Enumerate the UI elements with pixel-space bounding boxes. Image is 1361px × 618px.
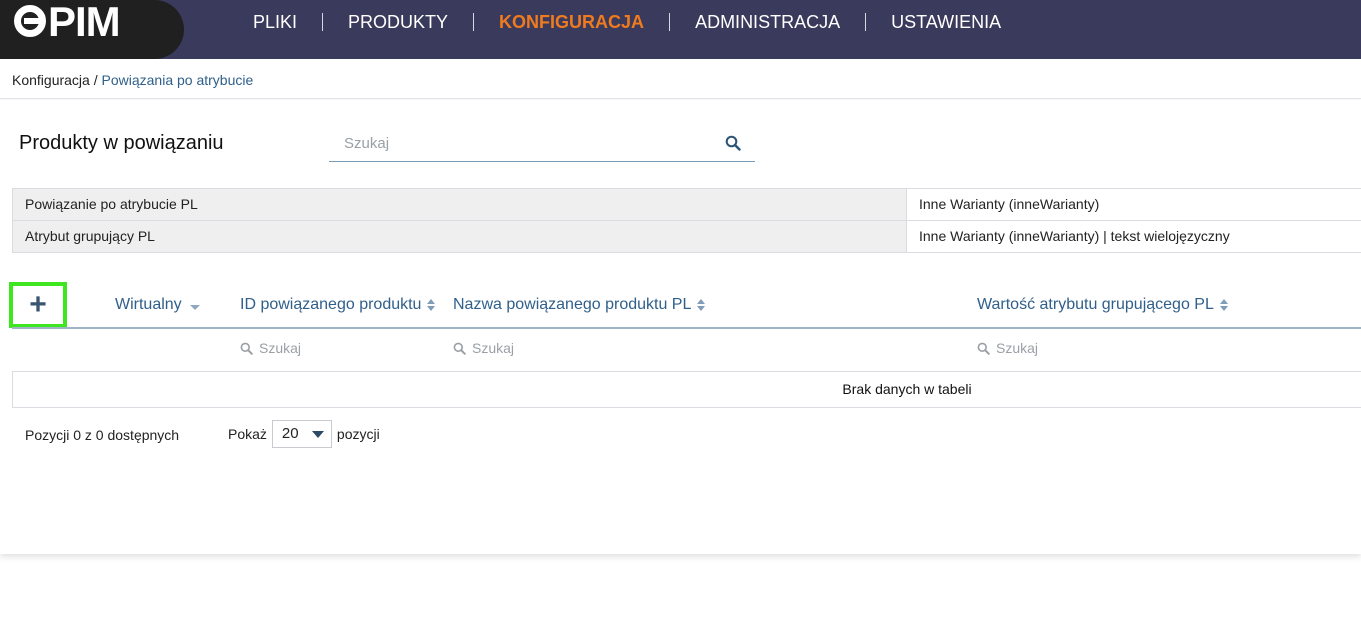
column-header-group-value[interactable]: Wartość atrybutu grupującego PL <box>977 296 1229 314</box>
sort-icon <box>427 298 436 312</box>
plus-icon: + <box>29 288 47 321</box>
info-key: Powiązanie po atrybucie PL <box>13 189 907 220</box>
suffix-label: pozycji <box>336 426 380 442</box>
filter-id-input[interactable] <box>259 340 379 356</box>
top-navigation-bar: PIM PLIKI PRODUKTY KONFIGURACJA ADMINIST… <box>0 0 1361 59</box>
breadcrumb-separator: / <box>89 72 102 88</box>
nav-item-konfiguracja[interactable]: KONFIGURACJA <box>474 13 671 31</box>
table-header-divider <box>12 327 1361 329</box>
main-nav: PLIKI PRODUKTY KONFIGURACJA ADMINISTRACJ… <box>228 0 1026 44</box>
nav-item-produkty[interactable]: PRODUKTY <box>323 13 475 31</box>
info-row: Powiązanie po atrybucie PL Inne Warianty… <box>12 189 1361 221</box>
search-box <box>329 126 755 162</box>
filter-id <box>240 340 379 356</box>
epim-logo: PIM <box>14 0 121 45</box>
search-icon <box>977 342 990 355</box>
nav-item-pliki[interactable]: PLIKI <box>228 13 324 31</box>
logo-container[interactable]: PIM <box>0 0 184 59</box>
breadcrumb-current[interactable]: Powiązania po atrybucie <box>102 72 254 88</box>
filter-name-input[interactable] <box>472 340 592 356</box>
filter-group-value <box>977 340 1116 356</box>
page-length: Pokaż 20 pozycji <box>228 420 380 448</box>
search-icon[interactable] <box>725 135 741 151</box>
epim-e-logo-icon <box>14 5 46 37</box>
column-header-label: Wartość atrybutu grupującego PL <box>977 296 1214 313</box>
column-header-name[interactable]: Nazwa powiązanego produktu PL <box>453 296 706 314</box>
add-product-button[interactable]: + <box>9 282 67 328</box>
filter-group-value-input[interactable] <box>996 340 1116 356</box>
breadcrumb-parent[interactable]: Konfiguracja <box>12 72 90 88</box>
search-icon <box>453 342 466 355</box>
column-header-id[interactable]: ID powiązanego produktu <box>240 296 436 314</box>
logo-text: PIM <box>48 0 121 45</box>
breadcrumb: Konfiguracja / Powiązania po atrybucie <box>12 72 253 88</box>
sort-icon <box>1219 298 1229 312</box>
sort-icon <box>697 298 706 312</box>
page-size-value: 20 <box>281 425 299 442</box>
column-header-label: ID powiązanego produktu <box>240 296 422 313</box>
nav-item-administracja[interactable]: ADMINISTRACJA <box>670 13 867 31</box>
nav-item-ustawienia[interactable]: USTAWIENIA <box>866 13 1026 31</box>
show-label: Pokaż <box>228 426 267 442</box>
search-icon <box>240 342 253 355</box>
column-header-label: Wirtualny <box>115 296 182 313</box>
column-header-label: Nazwa powiązanego produktu PL <box>453 296 692 313</box>
breadcrumb-divider <box>0 98 1361 99</box>
info-row: Atrybut grupujący PL Inne Warianty (inne… <box>12 221 1361 253</box>
content-panel: Produkty w powiązaniu Powiązanie po atry… <box>0 100 1361 554</box>
page-size-select[interactable]: 20 <box>271 420 332 448</box>
chevron-down-icon <box>311 431 324 438</box>
search-input[interactable] <box>329 126 709 160</box>
page-title: Produkty w powiązaniu <box>19 132 224 154</box>
info-value: Inne Warianty (inneWarianty) <box>919 196 1100 212</box>
info-key: Atrybut grupujący PL <box>13 221 907 252</box>
sort-desc-icon <box>189 304 200 310</box>
filter-name <box>453 340 592 356</box>
column-header-wirtualny[interactable]: Wirtualny <box>115 296 200 314</box>
info-table: Powiązanie po atrybucie PL Inne Warianty… <box>12 188 1361 253</box>
empty-table-row: Brak danych w tabeli <box>12 371 1361 408</box>
table-info: Pozycji 0 z 0 dostępnych <box>25 427 180 443</box>
info-value: Inne Warianty (inneWarianty) | tekst wie… <box>919 228 1230 244</box>
